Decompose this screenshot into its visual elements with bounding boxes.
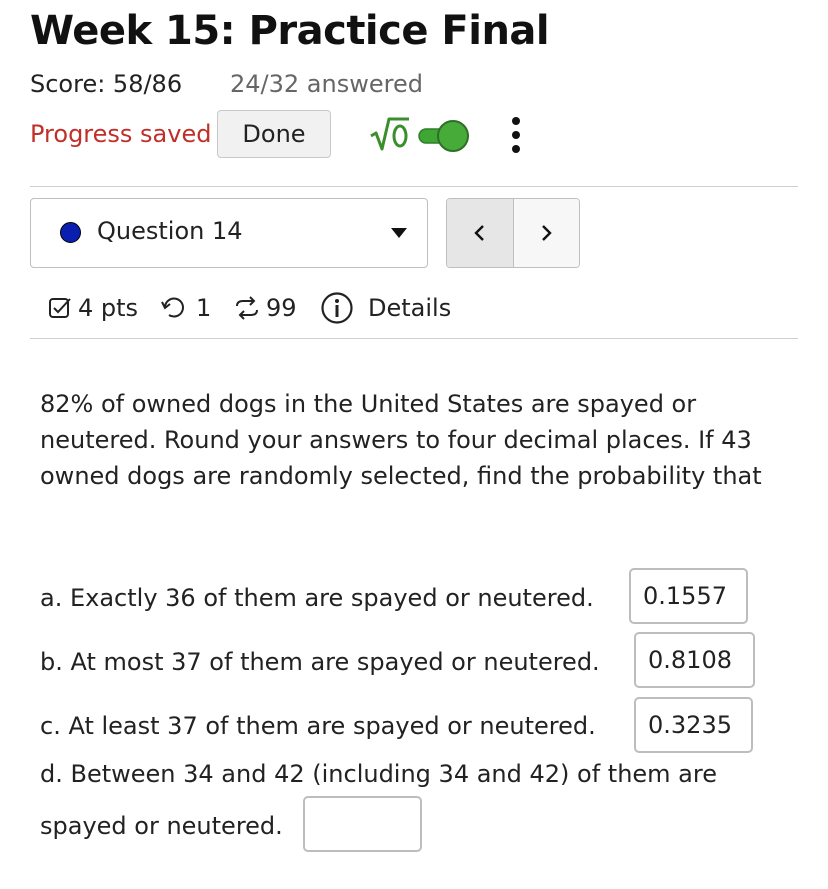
undo-icon	[161, 297, 184, 318]
attempts-count: 1	[196, 294, 212, 322]
versions-count: 99	[266, 294, 297, 322]
question-select-label: Question 14	[97, 217, 243, 245]
answered-count: 24/32 answered	[230, 70, 423, 98]
part-d-label-continued: spayed or neutered.	[40, 812, 283, 840]
question-select[interactable]: Question 14	[30, 198, 428, 268]
part-d-label: d. Between 34 and 42 (including 34 and 4…	[40, 760, 717, 788]
part-a-label: a. Exactly 36 of them are spayed or neut…	[40, 584, 594, 612]
info-icon	[321, 292, 353, 324]
refresh-icon	[236, 296, 258, 320]
chevron-left-icon	[474, 225, 484, 241]
points-label: 4 pts	[78, 294, 139, 322]
part-b-answer-input[interactable]: 0.8108	[634, 632, 755, 688]
done-button[interactable]: Done	[217, 110, 331, 158]
points-info: 4 pts	[48, 288, 138, 328]
math-display-toggle[interactable]	[369, 116, 475, 156]
divider	[30, 186, 798, 187]
more-options-icon[interactable]	[505, 114, 527, 154]
question-text: 82% of owned dogs in the United States a…	[40, 390, 762, 490]
details-button[interactable]: Details	[320, 288, 451, 328]
attempts-info: 1	[160, 288, 211, 328]
part-b-label: b. At most 37 of them are spayed or neut…	[40, 648, 600, 676]
previous-question-button[interactable]	[447, 199, 514, 267]
chevron-right-icon	[542, 225, 552, 241]
progress-status: Progress saved	[30, 120, 212, 148]
page-title: Week 15: Practice Final	[30, 8, 550, 54]
checkbox-checked-icon	[49, 298, 71, 318]
part-c-answer-input[interactable]: 0.3235	[634, 697, 753, 753]
versions-info: 99	[232, 288, 297, 328]
sqrt-zero-icon	[370, 117, 469, 152]
divider	[30, 338, 798, 339]
part-a-answer-input[interactable]: 0.1557	[629, 568, 748, 624]
question-nav-buttons	[446, 198, 580, 268]
part-d-answer-input[interactable]	[303, 796, 422, 852]
question-status-dot	[60, 222, 81, 243]
next-question-button[interactable]	[513, 199, 579, 267]
score-text: Score: 58/86	[30, 70, 183, 98]
details-label: Details	[368, 294, 452, 322]
part-c-label: c. At least 37 of them are spayed or neu…	[40, 712, 596, 740]
caret-down-icon	[391, 228, 407, 238]
